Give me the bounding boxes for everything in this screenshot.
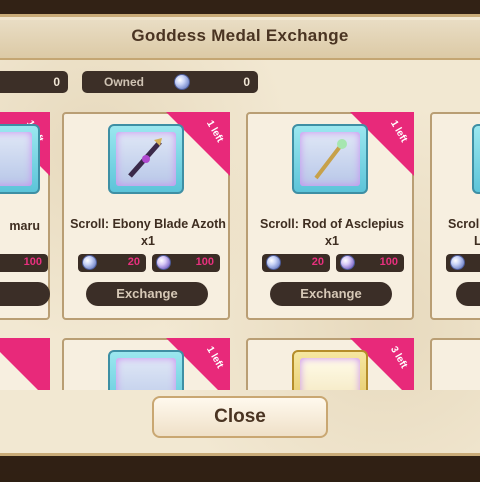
exchange-card: 1 left Scroll: Rod of Asclepius x1 20 10… — [246, 112, 414, 320]
item-frame — [108, 350, 184, 390]
medal-coin-icon — [340, 255, 355, 270]
price-value: 100 — [379, 256, 398, 268]
medal-coin-icon — [450, 255, 465, 270]
item-name: Scroll L — [448, 216, 480, 250]
stock-ribbon — [0, 338, 50, 390]
medal-coin-icon — [156, 255, 171, 270]
owned-value: 0 — [243, 75, 250, 89]
scroll-icon — [116, 358, 176, 390]
exchange-card: 1 left — [62, 338, 230, 390]
owned-label: Owned — [104, 75, 145, 89]
exchange-grid: 1 left maru 100 1 left Scroll: Ebony Bla… — [0, 104, 480, 390]
medal-coin-icon — [82, 255, 97, 270]
item-frame — [292, 350, 368, 390]
item-frame — [108, 124, 184, 194]
medal-count-value: 0 — [53, 75, 60, 89]
owned-counter: Owned 0 — [82, 71, 258, 93]
price-value: 100 — [23, 256, 42, 268]
bottom-dark-strip — [0, 452, 480, 482]
price-box: 100 — [0, 254, 48, 272]
stock-label: 1 left — [387, 118, 409, 145]
exchange-card: 1 left Scroll: Ebony Blade Azoth x1 20 1… — [62, 112, 230, 320]
price-value: 20 — [127, 256, 140, 268]
exchange-card: Scroll L — [430, 112, 480, 320]
exchange-card — [0, 338, 50, 390]
medal-coin-icon — [266, 255, 281, 270]
close-button[interactable]: Close — [152, 396, 328, 438]
exchange-button[interactable] — [456, 282, 480, 306]
scroll-icon — [0, 132, 32, 186]
item-frame — [472, 124, 480, 194]
price-box-b: 100 — [336, 254, 404, 272]
item-frame — [0, 124, 40, 194]
price-box-a: 20 — [78, 254, 146, 272]
scroll-ebony-blade-icon — [116, 132, 176, 186]
item-name: Scroll: Ebony Blade Azoth x1 — [70, 217, 226, 248]
exchange-button[interactable] — [0, 282, 50, 306]
item-name: maru — [9, 219, 40, 233]
stock-label: 1 left — [203, 344, 225, 371]
price-value: 20 — [311, 256, 324, 268]
exchange-button[interactable]: Exchange — [270, 282, 392, 306]
exchange-card: 3 left — [246, 338, 414, 390]
price-box-a — [446, 254, 480, 272]
price-box-b: 100 — [152, 254, 220, 272]
stock-label: 3 left — [387, 344, 409, 371]
exchange-card: 1 left maru 100 — [0, 112, 50, 320]
exchange-button[interactable]: Exchange — [86, 282, 208, 306]
medal-coin-icon — [174, 74, 190, 90]
price-value: 100 — [195, 256, 214, 268]
price-box-a: 20 — [262, 254, 330, 272]
scroll-icon — [300, 358, 360, 390]
item-name-line2: L — [474, 234, 480, 248]
page-title: Goddess Medal Exchange — [131, 26, 349, 45]
item-frame — [292, 124, 368, 194]
exchange-card — [430, 338, 480, 390]
item-name: Scroll: Rod of Asclepius x1 — [259, 217, 404, 248]
item-name-line1: Scroll — [448, 217, 480, 231]
scroll-rod-asclepius-icon — [300, 132, 360, 186]
stock-label: 1 left — [203, 118, 225, 145]
medal-counter-left: 0 — [0, 71, 68, 93]
